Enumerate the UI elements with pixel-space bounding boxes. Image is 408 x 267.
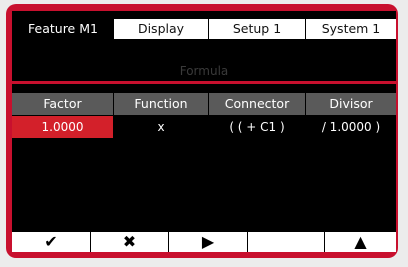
- header-divisor: Divisor: [306, 93, 396, 115]
- tab-setup-1[interactable]: Setup 1: [209, 19, 305, 39]
- blank-softkey[interactable]: [248, 232, 324, 252]
- tab-feature-m1[interactable]: Feature M1: [12, 19, 114, 39]
- display-screen: Feature M1 Display Setup 1 System 1 Form…: [12, 11, 396, 252]
- cell-divisor[interactable]: / 1.0000 ): [306, 116, 396, 138]
- header-function: Function: [114, 93, 208, 115]
- play-icon[interactable]: ▶: [169, 232, 247, 252]
- cell-connector[interactable]: ( ( + C1 ): [209, 116, 305, 138]
- header-factor: Factor: [12, 93, 113, 115]
- cross-icon[interactable]: ✖: [91, 232, 168, 252]
- divider-line: [12, 81, 396, 84]
- section-title: Formula: [179, 64, 229, 78]
- softkey-bar: ✔ ✖ ▶ ▲: [12, 232, 396, 252]
- tab-display[interactable]: Display: [114, 19, 208, 39]
- tab-bar: Feature M1 Display Setup 1 System 1: [12, 11, 396, 47]
- up-arrow-icon[interactable]: ▲: [325, 232, 396, 252]
- cell-function[interactable]: x: [114, 116, 208, 138]
- header-connector: Connector: [209, 93, 305, 115]
- check-icon[interactable]: ✔: [12, 232, 90, 252]
- tab-system-1[interactable]: System 1: [306, 19, 396, 39]
- cell-factor[interactable]: 1.0000: [12, 116, 113, 138]
